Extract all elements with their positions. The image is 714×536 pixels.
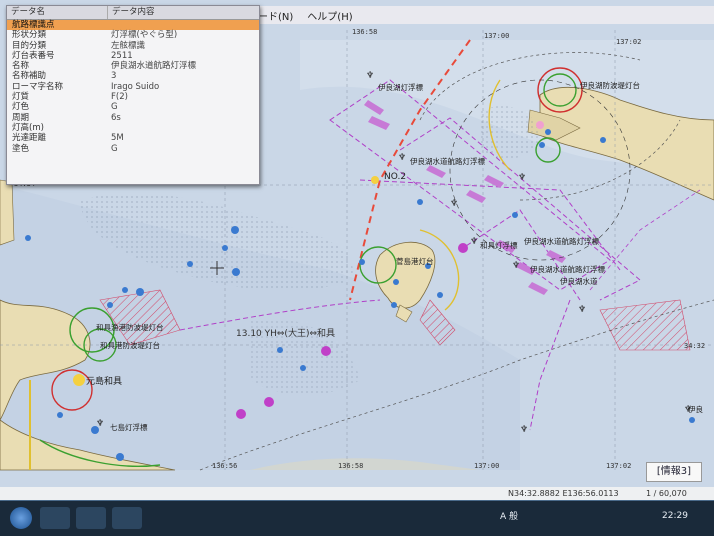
table-row[interactable]: ローマ字名称 Irago Suido xyxy=(7,82,259,92)
property-panel: データ名 データ内容 航路標識点 形状分類 灯浮標(やぐら型) 目的分類 左舷標識 … xyxy=(6,5,260,185)
column-header-name[interactable]: データ名 xyxy=(7,6,108,19)
start-button[interactable] xyxy=(10,507,32,529)
menu-item-mode[interactable]: ード(N) xyxy=(258,8,293,23)
svg-text:♆: ♆ xyxy=(520,425,528,435)
table-row[interactable]: 形状分類 灯浮標(やぐら型) xyxy=(7,30,259,40)
chart-screen: ♆ ♆ ♆ ♆ ♆ ♆ ♆ ♆ ♆ ♆ 136:58 137:00 137:02 136:… xyxy=(0,0,714,536)
svg-text:♆: ♆ xyxy=(450,199,458,209)
label-buoy-a: 伊良湖水道航路灯浮標 xyxy=(410,157,485,166)
table-row[interactable]: 灯台表番号 2511 xyxy=(7,51,259,61)
table-row[interactable]: 名称補助 3 xyxy=(7,71,259,81)
browser-icon[interactable] xyxy=(76,507,106,529)
clock[interactable]: 22:29 xyxy=(662,511,688,521)
panel-header: データ名 データ内容 xyxy=(7,6,259,20)
svg-text:♆: ♆ xyxy=(470,237,478,247)
table-row[interactable]: 航路標識点 xyxy=(7,20,259,31)
grid-label-bottom-2: 136:58 xyxy=(338,462,364,470)
chart-app-icon[interactable] xyxy=(112,507,142,529)
label-buoy-c: 伊良湖水道航路灯浮標 xyxy=(530,265,605,274)
label-left-b: 和具港防波堤灯台 xyxy=(100,341,160,350)
label-kajima: 元島和具 xyxy=(86,377,123,387)
table-row[interactable]: 塗色 G xyxy=(7,144,259,154)
cursor-coordinates: N34:32.8882 E136:56.0113 xyxy=(508,489,619,498)
column-header-content[interactable]: データ内容 xyxy=(108,6,155,19)
svg-text:♆: ♆ xyxy=(518,173,526,183)
label-buoy-b: 伊良湖水道航路灯浮標 xyxy=(524,237,599,246)
svg-text:♆: ♆ xyxy=(366,71,374,81)
label-shima-b: 和具灯浮標 xyxy=(480,241,518,250)
table-row[interactable]: 灯色 G xyxy=(7,102,259,112)
grid-label-top-3: 137:02 xyxy=(616,38,642,46)
svg-text:♆: ♆ xyxy=(96,419,104,429)
table-row[interactable]: 灯高(m) xyxy=(7,123,259,133)
table-row[interactable]: 光達距離 5M xyxy=(7,133,259,143)
label-bottom-buoy: 七島灯浮標 xyxy=(110,423,148,432)
menu-item-help[interactable]: ヘルプ(H) xyxy=(307,8,352,23)
svg-text:♆: ♆ xyxy=(512,261,520,271)
explorer-icon[interactable] xyxy=(40,507,70,529)
label-buoy-top: 伊良湖灯浮標 xyxy=(378,83,423,92)
grid-label-right: 34:32 xyxy=(684,342,706,350)
label-right-buoy: 伊良 xyxy=(688,405,703,414)
route-label: 13.10 YH⇔(大王)⇔和具 xyxy=(236,329,335,339)
svg-text:♆: ♆ xyxy=(578,305,586,315)
grid-label-top-1: 136:58 xyxy=(352,28,378,36)
table-row[interactable]: 周期 6s xyxy=(7,113,259,123)
grid-label-bottom-4: 137:02 xyxy=(606,462,632,470)
table-row[interactable]: 名称 伊良湖水道航路灯浮標 xyxy=(7,61,259,71)
land-left-edge xyxy=(0,179,15,246)
status-bar: N34:32.8882 E136:56.0113 1 / 60,070 xyxy=(0,487,714,500)
grid-label-top-2: 137:00 xyxy=(484,32,510,40)
taskbar: A 般 22:29 xyxy=(0,500,714,536)
label-lighthouse-right: 伊良湖防波堤灯台 xyxy=(580,81,640,90)
ime-indicator[interactable]: A 般 xyxy=(500,509,518,522)
scale-readout: 1 / 60,070 xyxy=(646,489,687,498)
info-button[interactable]: [情報3] xyxy=(646,462,702,482)
table-row[interactable]: 目的分類 左舷標識 xyxy=(7,41,259,51)
label-left-a: 和具漁港防波堤灯台 xyxy=(96,323,164,332)
svg-text:♆: ♆ xyxy=(398,153,406,163)
table-row[interactable]: 灯質 F(2) xyxy=(7,92,259,102)
system-tray: A 般 xyxy=(500,509,518,522)
grid-label-bottom-3: 137:00 xyxy=(474,462,500,470)
label-no2: NO.2 xyxy=(384,172,407,182)
menu-bar: ード(N) ヘルプ(H) xyxy=(250,6,714,24)
grid-label-bottom-1: 136:56 xyxy=(212,462,238,470)
label-irago-channel: 伊良湖水道 xyxy=(560,277,598,286)
label-shima-a: 菅島港灯台 xyxy=(396,257,434,266)
